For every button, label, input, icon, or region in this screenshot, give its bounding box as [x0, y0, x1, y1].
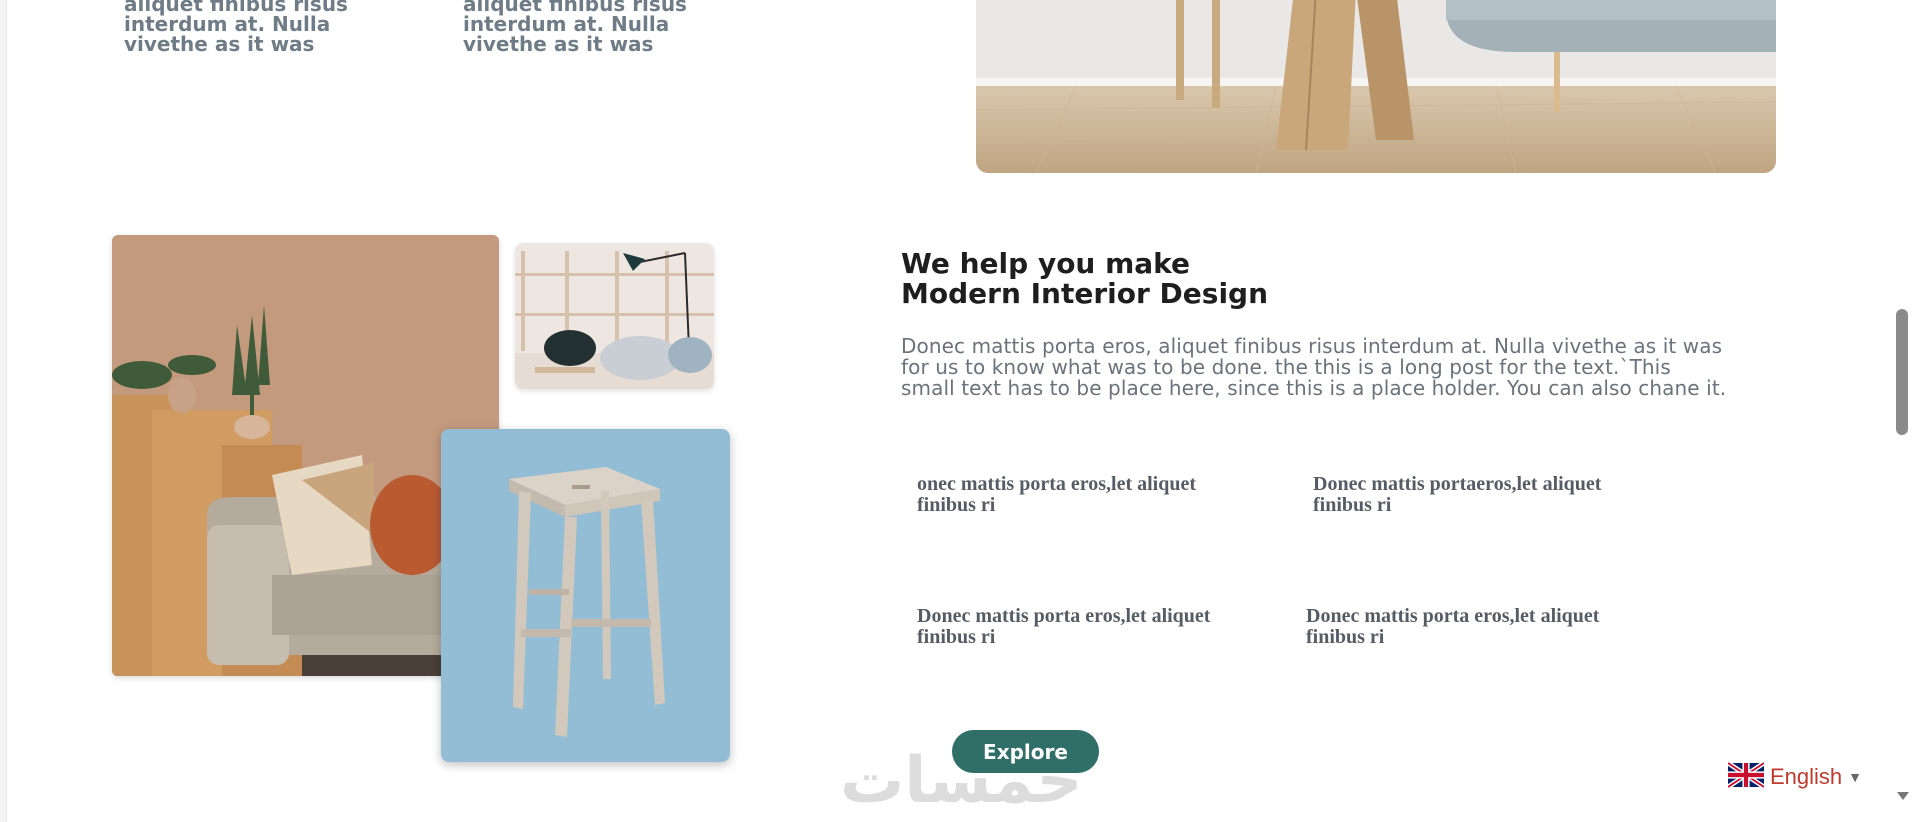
office-lounge-photo — [515, 243, 714, 389]
language-selector[interactable]: English ▼ — [1726, 760, 1863, 793]
wooden-stool-photo — [441, 429, 730, 762]
feature-item-4: Donec mattis porta eros,let aliquet fini… — [1306, 605, 1600, 648]
headline-line-2: Modern Interior Design — [901, 277, 1269, 310]
feature-snippet-1: aliquet finibus risus interdum at. Nulla… — [124, 0, 348, 56]
section-headline: We help you make Modern Interior Design — [901, 249, 1401, 309]
headline-line-1: We help you make — [901, 247, 1191, 280]
feature-item-3: Donec mattis porta eros,let aliquet fini… — [917, 605, 1211, 648]
uk-flag-icon — [1726, 760, 1766, 793]
feature-item-2: Donec mattis portaeros,let aliquet finib… — [1313, 473, 1602, 516]
feature-snippet-2: aliquet finibus risus interdum at. Nulla… — [463, 0, 687, 56]
chevron-down-icon: ▼ — [1848, 769, 1863, 785]
feature-item-1: onec mattis porta eros,let aliquet finib… — [917, 473, 1197, 516]
scroll-down-arrow-icon[interactable] — [1897, 792, 1909, 800]
page-left-border — [0, 0, 7, 822]
dining-room-photo — [976, 0, 1776, 173]
explore-button[interactable]: Explore — [952, 730, 1099, 773]
section-description: Donec mattis porta eros, aliquet finibus… — [901, 334, 1727, 400]
scrollbar-thumb[interactable] — [1896, 309, 1908, 435]
language-label: English — [1770, 764, 1843, 789]
